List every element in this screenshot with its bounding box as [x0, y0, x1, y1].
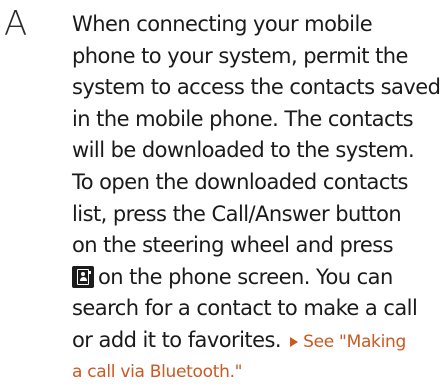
answer-line: search for a contact to make a call	[72, 296, 418, 321]
answer-marker: A	[4, 4, 28, 44]
answer-text: When connecting your mobile phone to you…	[72, 9, 445, 388]
contacts-icon-head	[81, 271, 85, 276]
contacts-icon	[72, 265, 94, 288]
triangle-right-icon	[290, 336, 299, 347]
answer-line: list, press the Call/Answer button	[72, 201, 402, 226]
answer-line: on the steering wheel and press	[72, 233, 394, 258]
answer-line: When connecting your mobile	[72, 12, 373, 36]
crossref-link[interactable]: See "Making	[303, 332, 406, 352]
contacts-icon-tab	[89, 270, 91, 274]
answer-line-with-crossref: or add it to favorites. See "Making	[72, 325, 445, 357]
answer-line: system to access the contacts saved	[72, 75, 441, 100]
answer-line-text: on the phone screen. You can	[98, 264, 393, 289]
crossref-link-continued[interactable]: a call via Bluetooth."	[72, 357, 445, 388]
faq-answer: A When connecting your mobile phone to y…	[0, 0, 447, 382]
answer-line-with-icon: on the phone screen. You can	[72, 262, 445, 294]
answer-line-text: or add it to favorites.	[72, 327, 282, 352]
contacts-icon-body	[79, 276, 87, 281]
answer-line: phone to your system, permit the	[72, 43, 408, 68]
answer-line: will be downloaded to the system.	[72, 138, 415, 163]
answer-line: in the mobile phone. The contacts	[72, 106, 414, 131]
answer-line: To open the downloaded contacts	[72, 169, 409, 194]
